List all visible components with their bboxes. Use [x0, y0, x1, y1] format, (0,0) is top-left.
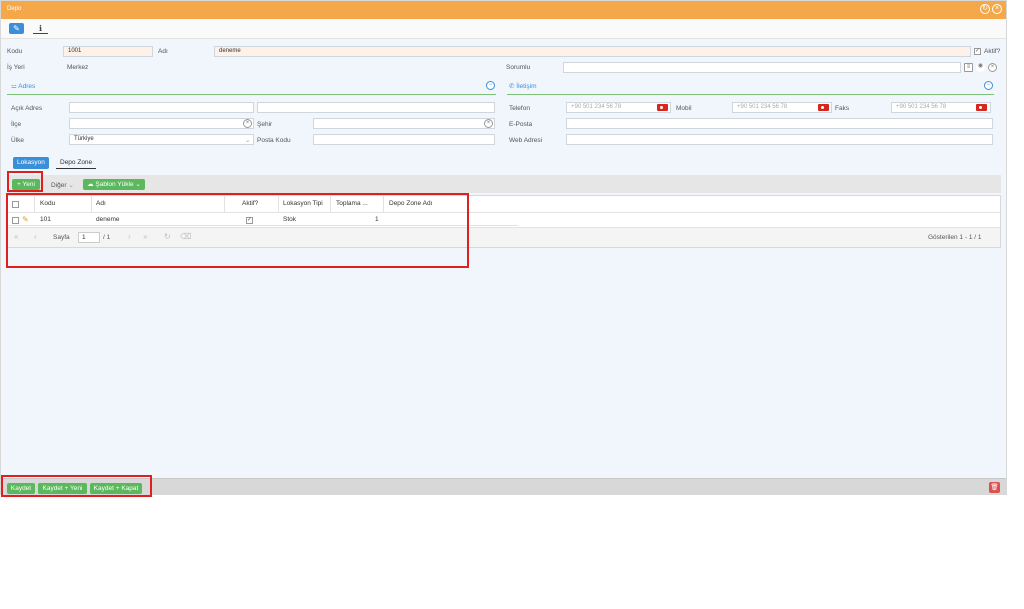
faks-label: Faks [835, 105, 850, 112]
pager-summary: Gösterilen 1 - 1 / 1 [928, 234, 982, 241]
telefon-label: Telefon [509, 105, 530, 112]
diger-label: Diğer [51, 182, 67, 189]
adres-collapse-icon[interactable]: − [486, 81, 495, 90]
iletisim-section-title: ✆ İletişim [509, 82, 537, 90]
tab-lokasyon[interactable]: Lokasyon [13, 157, 49, 169]
sehir-label: Şehir [257, 121, 273, 128]
eposta-input[interactable] [566, 118, 993, 129]
title-bar: Depo ↻ × [1, 1, 1006, 19]
adi-input[interactable]: deneme [214, 46, 971, 57]
aktif-label: Aktif? [984, 48, 1001, 55]
ulke-value: Türkiye [74, 136, 94, 142]
highlight-grid [6, 193, 469, 268]
window-title: Depo [7, 6, 22, 12]
acik-adres-input-1[interactable] [69, 102, 254, 113]
diger-menu[interactable]: Diğer ⌄ [51, 181, 74, 189]
turkey-flag-icon[interactable] [818, 104, 829, 111]
posta-kodu-label: Posta Kodu [257, 137, 291, 144]
posta-kodu-input[interactable] [313, 134, 495, 145]
sorumlu-input[interactable] [563, 62, 961, 73]
sablon-label: Şablon Yükle [95, 181, 134, 188]
ulke-select[interactable]: Türkiye [69, 134, 254, 145]
acik-adres-label: Açık Adres [11, 105, 43, 112]
adres-title-text: Adres [18, 83, 36, 90]
highlight-yeni [7, 171, 43, 192]
turkey-flag-icon[interactable] [976, 104, 987, 111]
isyeri-label: İş Yeri [7, 64, 25, 71]
adi-label: Adı [158, 48, 168, 55]
adres-section-title: ⚍ Adres [11, 82, 35, 90]
clear-icon[interactable]: × [988, 63, 997, 72]
iletisim-collapse-icon[interactable]: − [984, 81, 993, 90]
adres-divider [7, 94, 496, 95]
refresh-icon[interactable]: ↻ [980, 4, 990, 14]
acik-adres-input-2[interactable] [257, 102, 495, 113]
ilce-input[interactable] [69, 118, 254, 129]
grid-toolbar: + Yeni Diğer ⌄ ☁ Şablon Yükle ⌄ [7, 175, 1001, 193]
isyeri-value: Merkez [67, 64, 89, 71]
iletisim-title-text: İletişim [516, 83, 537, 90]
sehir-input[interactable] [313, 118, 495, 129]
info-icon[interactable]: ℹ [33, 23, 48, 34]
eposta-label: E-Posta [509, 121, 533, 128]
kodu-input[interactable]: 1001 [63, 46, 153, 57]
mobil-input[interactable]: +90 501 234 56 78 [732, 102, 832, 113]
eye-icon[interactable]: ◉ [976, 63, 985, 72]
web-adresi-input[interactable] [566, 134, 993, 145]
sablon-yukle-button[interactable]: ☁ Şablon Yükle ⌄ [83, 179, 145, 190]
web-adresi-label: Web Adresi [509, 137, 543, 144]
list-icon[interactable]: ≡ [964, 63, 973, 72]
chevron-down-icon[interactable]: ⌄ [245, 136, 250, 144]
chevron-down-icon: ⌄ [68, 182, 74, 189]
highlight-footer-buttons [1, 475, 152, 497]
sehir-clear-icon[interactable]: × [484, 119, 493, 128]
delete-icon[interactable]: 🗑 [989, 482, 1000, 493]
turkey-flag-icon[interactable] [657, 104, 668, 111]
edit-icon[interactable]: ✎ [9, 23, 24, 34]
sorumlu-label: Sorumlu [506, 64, 531, 71]
mobil-label: Mobil [676, 105, 692, 112]
ulke-label: Ülke [11, 137, 25, 144]
tab-depo-zone[interactable]: Depo Zone [56, 157, 97, 169]
iletisim-divider [507, 94, 994, 95]
aktif-checkbox[interactable]: ✓ [974, 48, 981, 55]
ilce-label: İlçe [11, 121, 22, 128]
telefon-input[interactable]: +90 501 234 56 78 [566, 102, 671, 113]
close-icon[interactable]: × [992, 4, 1002, 14]
ilce-clear-icon[interactable]: × [243, 119, 252, 128]
mode-toolbar: ✎ ℹ [1, 19, 1006, 39]
kodu-label: Kodu [7, 48, 23, 55]
